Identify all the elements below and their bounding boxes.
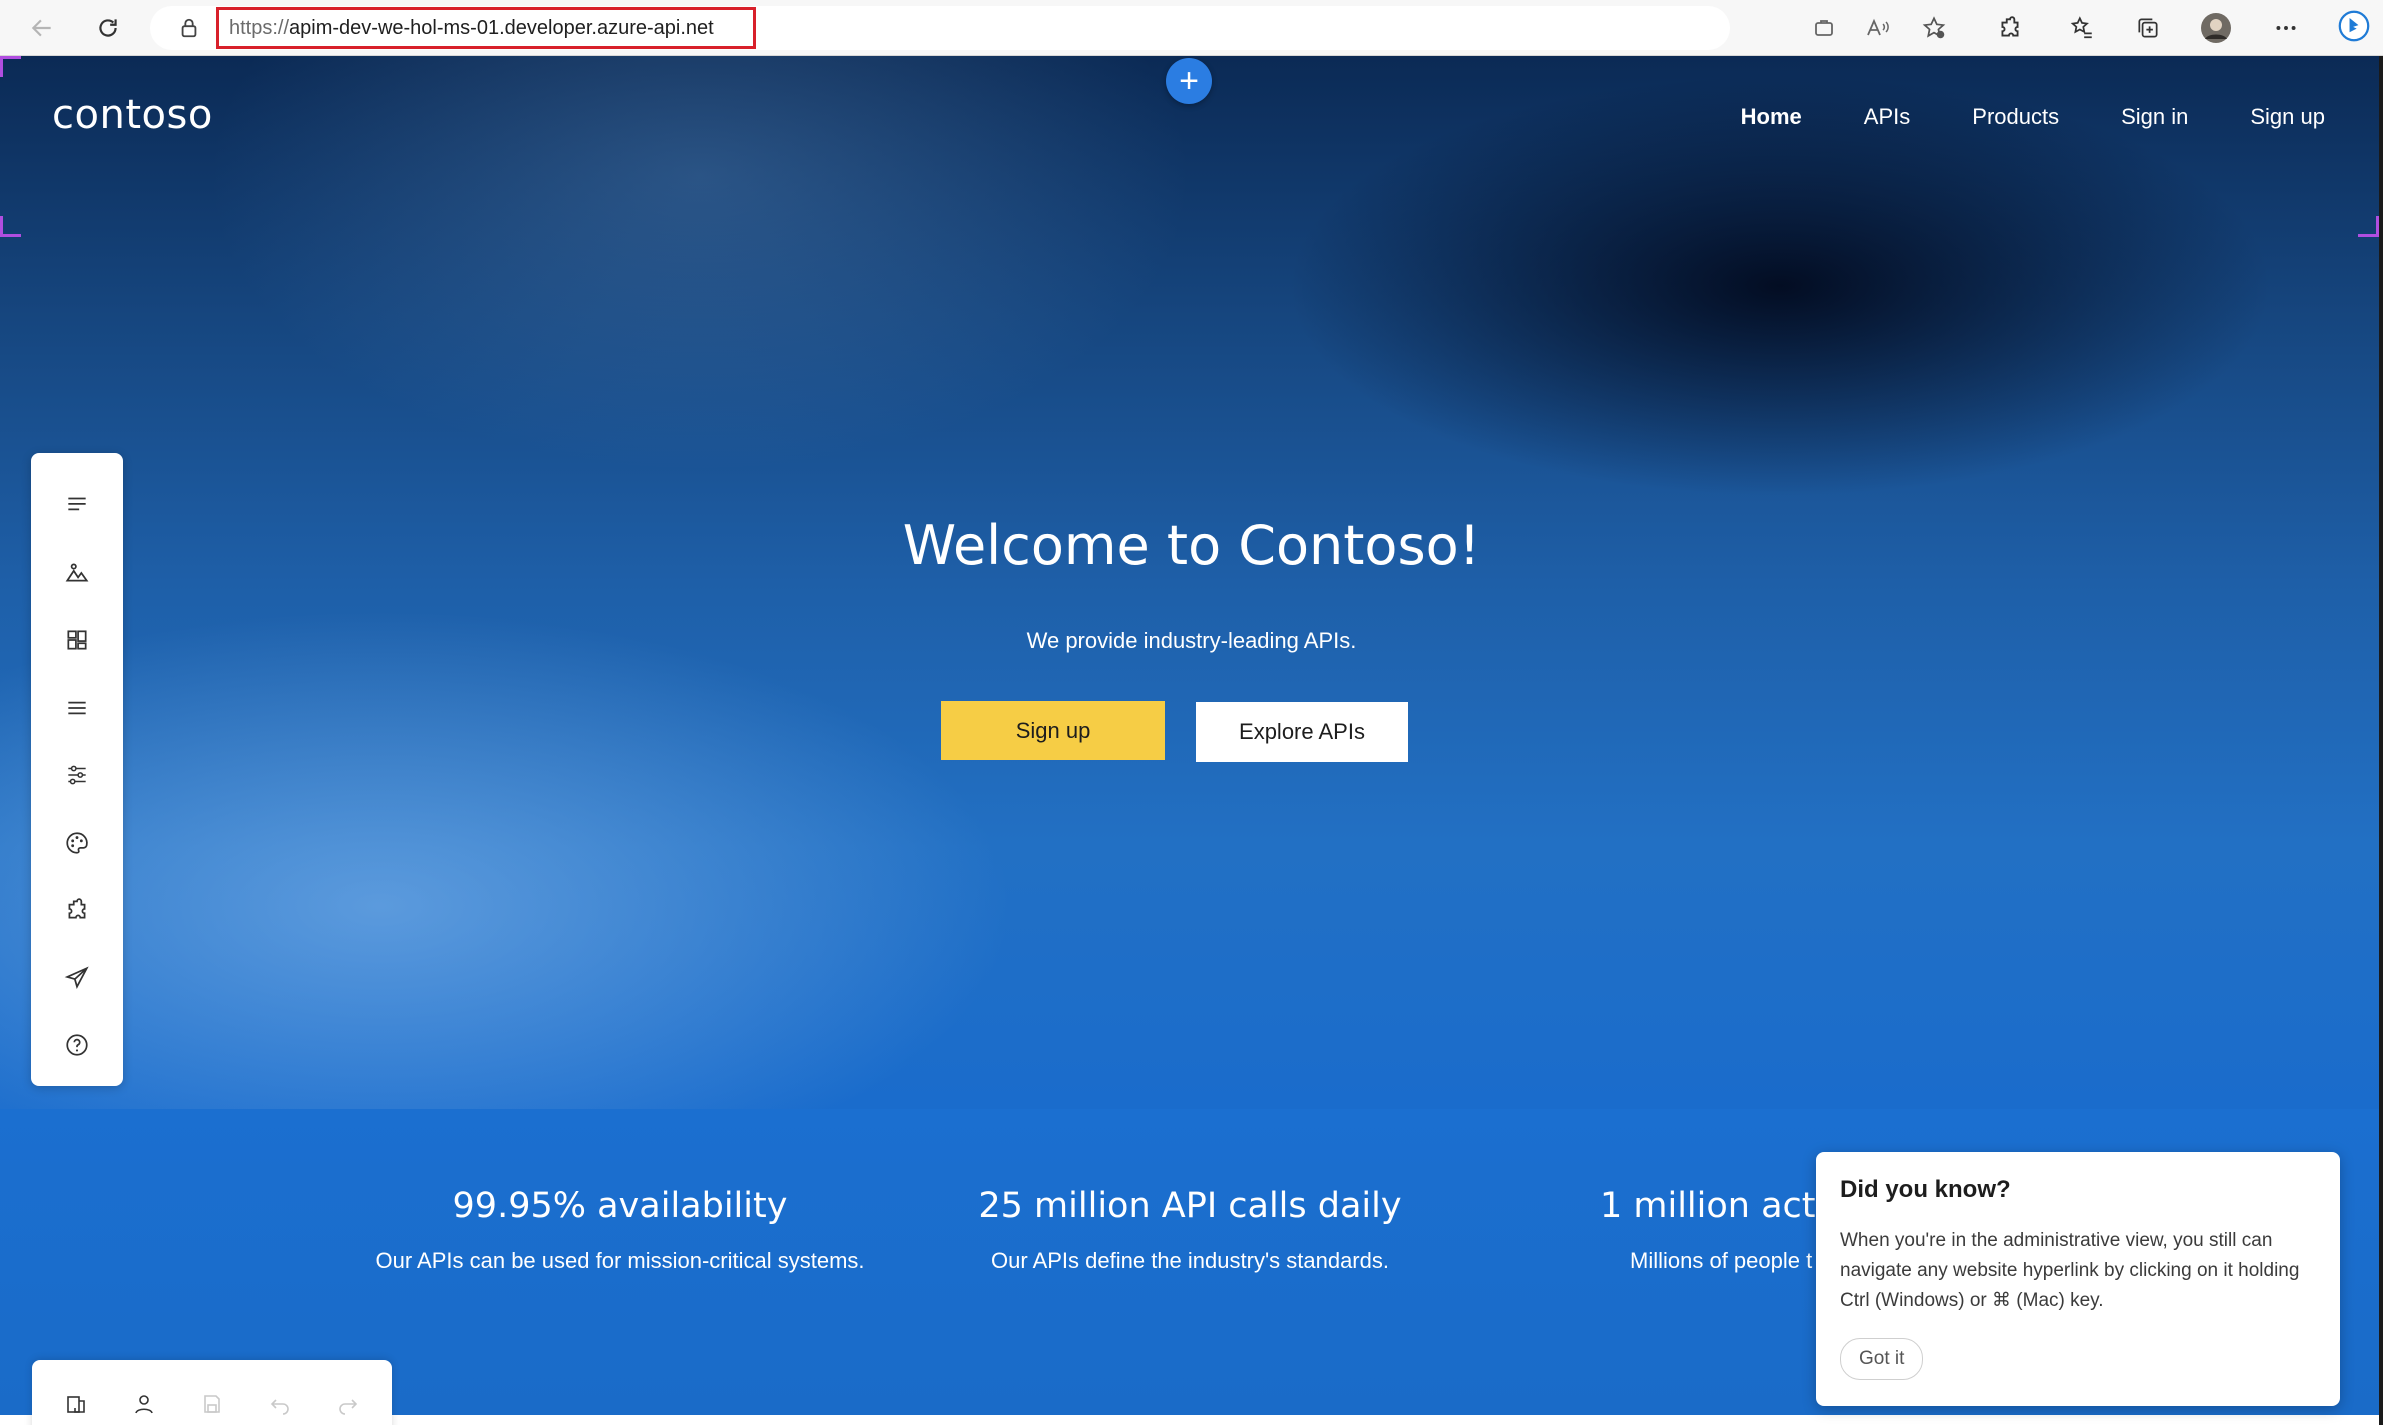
nav-sign-up[interactable]: Sign up (2250, 104, 2325, 130)
profile-button[interactable] (2200, 12, 2232, 44)
got-it-button[interactable]: Got it (1840, 1338, 1924, 1380)
stat-description: Our APIs define the industry's standards… (991, 1248, 1389, 1273)
favorites-button[interactable] (2066, 12, 2098, 44)
tool-layout-button[interactable] (61, 624, 93, 656)
puzzle-icon (2001, 16, 2019, 37)
tool-help-button[interactable] (61, 1029, 93, 1061)
undo-button[interactable] (264, 1388, 296, 1420)
palette-icon (66, 832, 88, 854)
tool-text-button[interactable] (61, 489, 93, 521)
add-favorite-button[interactable] (1918, 12, 1950, 44)
bing-icon (2338, 10, 2370, 42)
redo-button[interactable] (332, 1388, 364, 1420)
app-icon (1815, 20, 1833, 36)
favorites-icon (2070, 16, 2092, 39)
send-icon (64, 966, 89, 989)
add-section-button[interactable]: + (1166, 58, 1212, 104)
refresh-icon (99, 19, 117, 37)
tip-body: When you're in the administrative view, … (1840, 1230, 2300, 1311)
editor-tool-panel (31, 453, 123, 1086)
nav-sign-in[interactable]: Sign in (2121, 104, 2188, 130)
window-border (2379, 56, 2383, 1425)
star-add-icon (1922, 16, 1946, 39)
site-logo[interactable]: contoso (52, 92, 213, 138)
sliders-icon (68, 765, 86, 785)
save-icon (204, 1395, 220, 1413)
image-icon (65, 563, 89, 582)
browser-toolbar: https://apim-dev-we-hol-ms-01.developer.… (0, 0, 2383, 56)
menu-icon (68, 701, 86, 715)
collections-button[interactable] (2132, 12, 2164, 44)
read-aloud-button[interactable] (1862, 12, 1894, 44)
nav-home[interactable]: Home (1741, 104, 1802, 130)
text-icon (68, 497, 86, 511)
editor-bottom-toolbar (32, 1360, 392, 1425)
back-arrow-icon (31, 19, 51, 37)
tool-navigation-button[interactable] (61, 692, 93, 724)
save-button[interactable] (196, 1388, 228, 1420)
puzzle-icon (68, 898, 86, 919)
nav-apis[interactable]: APIs (1864, 104, 1910, 130)
stat-title: 99.95% availability (452, 1186, 788, 1226)
tool-styles-button[interactable] (61, 827, 93, 859)
stat-api-calls: 25 million API calls daily Our APIs defi… (890, 1186, 1490, 1274)
selection-corner-bottom-left (0, 216, 21, 237)
user-button[interactable] (128, 1388, 160, 1420)
settings-more-button[interactable] (2270, 12, 2302, 44)
read-aloud-icon (1867, 18, 1889, 36)
widgets-icon (67, 630, 87, 650)
url-text[interactable]: https://apim-dev-we-hol-ms-01.developer.… (216, 7, 756, 49)
top-navigation: Home APIs Products Sign in Sign up (1741, 104, 2325, 130)
stat-availability: 99.95% availability Our APIs can be used… (320, 1186, 920, 1274)
help-icon (66, 1034, 88, 1056)
tool-widgets-button[interactable] (61, 894, 93, 926)
bing-chat-button[interactable] (2338, 10, 2370, 42)
back-button[interactable] (24, 10, 60, 46)
avatar-icon (2201, 13, 2231, 43)
stat-active-users: 1 million active Millions of people t (1500, 1186, 1816, 1274)
selection-corner-top-left (0, 56, 21, 77)
sign-up-button[interactable]: Sign up (941, 701, 1165, 760)
tool-settings-button[interactable] (61, 759, 93, 791)
user-icon (135, 1395, 153, 1414)
did-you-know-card: Did you know? When you're in the adminis… (1816, 1152, 2340, 1406)
plus-icon: + (1179, 62, 1199, 100)
url-host: apim-dev-we-hol-ms-01.developer.azure-ap… (289, 16, 714, 39)
stat-description: Our APIs can be used for mission-critica… (375, 1248, 865, 1273)
explore-apis-button[interactable]: Explore APIs (1196, 702, 1408, 762)
redo-icon (339, 1399, 358, 1415)
app-available-button[interactable] (1808, 12, 1840, 44)
hero-section (0, 56, 2383, 1109)
extensions-button[interactable] (1994, 12, 2026, 44)
tool-media-button[interactable] (61, 557, 93, 589)
pages-icon (67, 1396, 85, 1413)
stat-title: 25 million API calls daily (978, 1186, 1402, 1226)
hero-subtitle: We provide industry-leading APIs. (1026, 628, 1357, 653)
lock-icon (181, 18, 197, 38)
tool-publish-button[interactable] (61, 962, 93, 994)
stat-title: 1 million active (1600, 1186, 1816, 1226)
developer-portal-page: + contoso Home APIs Products Sign in Sig… (0, 56, 2383, 1425)
hero-title: Welcome to Contoso! (902, 514, 1481, 577)
pages-button[interactable] (60, 1388, 92, 1420)
selection-corner-bottom-right (2358, 216, 2379, 237)
tip-heading: Did you know? (1840, 1176, 2011, 1203)
collections-icon (2138, 18, 2158, 38)
stat-description: Millions of people t (1630, 1248, 1813, 1273)
nav-products[interactable]: Products (1972, 104, 2059, 130)
undo-icon (270, 1399, 289, 1415)
more-horizontal-icon (2276, 26, 2296, 30)
url-protocol: https:// (229, 16, 290, 39)
refresh-button[interactable] (90, 10, 126, 46)
